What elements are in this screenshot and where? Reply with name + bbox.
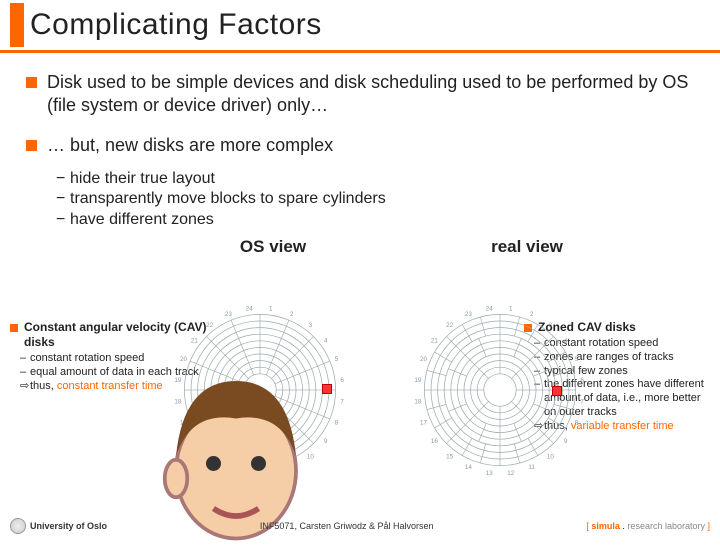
svg-text:16: 16 <box>431 438 439 445</box>
svg-text:11: 11 <box>528 464 535 471</box>
svg-text:5: 5 <box>575 356 579 363</box>
svg-text:3: 3 <box>309 322 313 329</box>
simula-logo: [ simula . research laboratory ] <box>586 521 710 531</box>
bullet-1: Disk used to be simple devices and disk … <box>26 71 694 116</box>
bullet-icon <box>10 324 18 332</box>
bullet-2: … but, new disks are more complex <box>26 134 694 157</box>
sub-3: have different zones <box>70 210 214 231</box>
svg-text:23: 23 <box>225 311 233 318</box>
page-title: Complicating Factors <box>30 8 322 42</box>
svg-text:5: 5 <box>335 356 339 363</box>
sub-item: −hide their true layout <box>56 169 694 190</box>
svg-text:13: 13 <box>486 470 494 477</box>
sub-2: transparently move blocks to spare cylin… <box>70 189 386 210</box>
os-view-label: OS view <box>146 237 400 257</box>
real-view-label: real view <box>400 237 654 257</box>
svg-text:23: 23 <box>465 311 473 318</box>
svg-text:4: 4 <box>564 337 568 344</box>
svg-text:24: 24 <box>486 306 494 313</box>
svg-text:8: 8 <box>335 419 339 426</box>
svg-text:22: 22 <box>446 322 454 329</box>
svg-text:4: 4 <box>324 337 328 344</box>
svg-text:21: 21 <box>431 337 439 344</box>
course-text: INF5071, Carsten Griwodz & Pål Halvorsen <box>260 521 434 531</box>
svg-text:8: 8 <box>575 419 579 426</box>
footer: University of Oslo INF5071, Carsten Griw… <box>0 518 720 534</box>
uio-block: University of Oslo <box>10 518 107 534</box>
svg-text:10: 10 <box>547 453 555 460</box>
diagrams: 123456789101112131415161718192021222324 … <box>170 300 590 480</box>
svg-text:15: 15 <box>446 453 454 460</box>
sub-1: hide their true layout <box>70 169 215 190</box>
svg-text:22: 22 <box>206 322 214 329</box>
svg-text:6: 6 <box>580 377 584 384</box>
sub-list: −hide their true layout −transparently m… <box>56 169 694 231</box>
cav-i1: constant rotation speed <box>30 352 144 366</box>
svg-text:24: 24 <box>246 306 254 313</box>
highlight-sector <box>552 386 562 396</box>
cav-concl: thus, constant transfer time <box>30 380 163 394</box>
bullet-icon <box>26 140 37 151</box>
svg-text:20: 20 <box>420 356 428 363</box>
svg-text:14: 14 <box>465 464 473 471</box>
title-accent <box>10 3 24 47</box>
svg-text:20: 20 <box>180 356 188 363</box>
svg-text:17: 17 <box>420 419 428 426</box>
svg-text:9: 9 <box>564 438 568 445</box>
svg-text:2: 2 <box>290 311 294 318</box>
real-view-disk: 123456789101112131415161718192021222324 <box>410 300 590 480</box>
bullet-2-text: … but, new disks are more complex <box>47 134 333 157</box>
svg-text:12: 12 <box>507 470 515 477</box>
uio-text: University of Oslo <box>30 521 107 531</box>
svg-text:21: 21 <box>191 337 199 344</box>
highlight-sector <box>322 384 332 394</box>
os-view-disk: 123456789101112131415161718192021222324 <box>170 300 350 480</box>
sub-item: −transparently move blocks to spare cyli… <box>56 189 694 210</box>
svg-text:18: 18 <box>414 399 422 406</box>
svg-text:2: 2 <box>530 311 534 318</box>
svg-text:19: 19 <box>414 377 422 384</box>
svg-text:7: 7 <box>340 399 344 406</box>
uio-seal-icon <box>10 518 26 534</box>
sub-item: −have different zones <box>56 210 694 231</box>
svg-text:7: 7 <box>580 399 584 406</box>
svg-text:3: 3 <box>549 322 553 329</box>
svg-text:1: 1 <box>269 306 273 313</box>
bullet-1-text: Disk used to be simple devices and disk … <box>47 71 694 116</box>
svg-text:6: 6 <box>340 377 344 384</box>
svg-text:1: 1 <box>509 306 513 313</box>
bullet-icon <box>26 77 37 88</box>
